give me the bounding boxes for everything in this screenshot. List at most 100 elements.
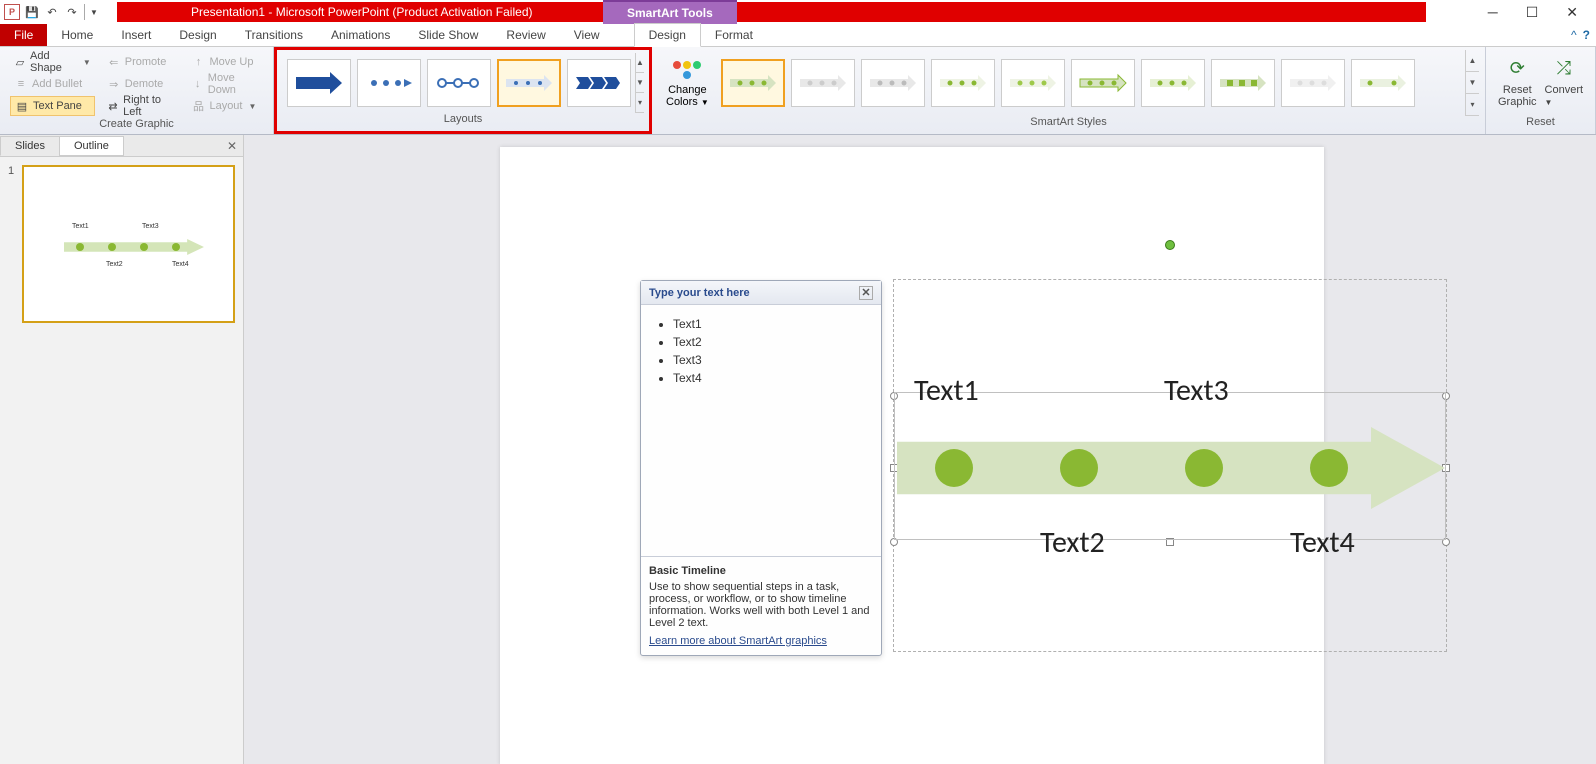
- thumb-text2: Text2: [106, 261, 123, 268]
- text-pane-button[interactable]: ▤Text Pane: [10, 96, 95, 116]
- text-pane-list[interactable]: Text1 Text2 Text3 Text4: [641, 305, 881, 556]
- qat-customize-icon[interactable]: ▼: [84, 4, 100, 20]
- timeline-arrow[interactable]: [897, 427, 1445, 509]
- convert-label: Convert▼: [1545, 84, 1584, 108]
- timeline-dot-2[interactable]: [1060, 449, 1098, 487]
- style-option-7[interactable]: [1141, 59, 1205, 107]
- layouts-gallery: [283, 53, 635, 113]
- text-pane-close-icon[interactable]: ✕: [859, 286, 873, 300]
- layouts-gallery-scroll[interactable]: ▲ ▼ ▾: [635, 53, 644, 113]
- tab-home[interactable]: Home: [47, 24, 107, 46]
- change-colors-label: ChangeColors ▼: [666, 84, 709, 109]
- style-option-5[interactable]: [1001, 59, 1065, 107]
- tab-review[interactable]: Review: [492, 24, 559, 46]
- styles-scroll-down-icon[interactable]: ▼: [1466, 72, 1479, 94]
- change-colors-button[interactable]: ChangeColors ▼: [658, 50, 717, 116]
- layout-option-2[interactable]: [357, 59, 421, 107]
- smartart-styles-group-label: SmartArt Styles: [658, 116, 1479, 132]
- tab-slideshow[interactable]: Slide Show: [404, 24, 492, 46]
- minimize-ribbon-icon[interactable]: ^: [1571, 28, 1577, 42]
- demote-label: Demote: [125, 78, 164, 90]
- smartart-text-pane[interactable]: Type your text here ✕ Text1 Text2 Text3 …: [640, 280, 882, 656]
- text-pane-info: Basic Timeline Use to show sequential st…: [641, 556, 881, 655]
- tab-slides[interactable]: Slides: [0, 136, 60, 156]
- smartart-text-1[interactable]: Text1: [914, 372, 979, 409]
- layout-button: 品Layout▼: [187, 96, 263, 116]
- maximize-icon[interactable]: ☐: [1526, 4, 1539, 21]
- style-option-4[interactable]: [931, 59, 995, 107]
- move-down-icon: ↓: [191, 77, 203, 91]
- style-option-3[interactable]: [861, 59, 925, 107]
- slide-thumbnail-1[interactable]: Text1 Text3 Text2 Text4: [22, 165, 235, 323]
- style-option-6[interactable]: [1071, 59, 1135, 107]
- style-option-2[interactable]: [791, 59, 855, 107]
- smartart-tools-contextual-tab: SmartArt Tools: [603, 0, 737, 24]
- style-option-9[interactable]: [1281, 59, 1345, 107]
- reset-graphic-button[interactable]: ⟳ Reset Graphic: [1498, 54, 1537, 108]
- add-bullet-button: ≡Add Bullet: [10, 74, 95, 94]
- timeline-dot-3[interactable]: [1185, 449, 1223, 487]
- styles-gallery-scroll[interactable]: ▲ ▼ ▾: [1465, 50, 1479, 116]
- layouts-more-icon[interactable]: ▾: [636, 93, 644, 113]
- close-icon[interactable]: ✕: [1566, 4, 1578, 21]
- text-pane-learn-more-link[interactable]: Learn more about SmartArt graphics: [649, 635, 827, 647]
- layout-option-4-selected[interactable]: [497, 59, 561, 107]
- tab-animations[interactable]: Animations: [317, 24, 404, 46]
- layout-option-1[interactable]: [287, 59, 351, 107]
- rotate-handle[interactable]: [1165, 240, 1175, 250]
- ribbon-tabs: File Home Insert Design Transitions Anim…: [0, 24, 1596, 47]
- tab-smartart-format[interactable]: Format: [701, 24, 767, 46]
- reset-graphic-icon: ⟳: [1501, 54, 1533, 82]
- text-pane-label: Text Pane: [33, 100, 82, 112]
- minimize-icon[interactable]: ─: [1488, 4, 1498, 20]
- redo-icon[interactable]: ↷: [64, 4, 80, 20]
- tab-smartart-design[interactable]: Design: [634, 23, 701, 47]
- smartart-graphic[interactable]: Text1 Text3 Text2 Text4: [893, 279, 1447, 652]
- text-pane-item-1[interactable]: Text1: [673, 317, 867, 331]
- slide-thumbnails: 1 Text1 Text3 Text2 Text4: [0, 157, 243, 764]
- powerpoint-app-icon[interactable]: P: [4, 4, 20, 20]
- rtl-button[interactable]: ⇄Right to Left: [103, 96, 180, 116]
- text-pane-header: Type your text here ✕: [641, 281, 881, 305]
- slide-canvas[interactable]: Type your text here ✕ Text1 Text2 Text3 …: [500, 147, 1324, 764]
- reset-group-label: Reset: [1492, 116, 1589, 132]
- styles-scroll-up-icon[interactable]: ▲: [1466, 50, 1479, 72]
- style-option-10[interactable]: [1351, 59, 1415, 107]
- add-shape-button[interactable]: ▱Add Shape▼: [10, 52, 95, 72]
- smartart-text-3[interactable]: Text3: [1164, 372, 1229, 409]
- tab-design[interactable]: Design: [165, 24, 230, 46]
- move-up-button: ↑Move Up: [187, 52, 263, 72]
- text-pane-title: Type your text here: [649, 287, 750, 299]
- text-pane-item-3[interactable]: Text3: [673, 353, 867, 367]
- title-strip: Presentation1 - Microsoft PowerPoint (Pr…: [117, 2, 1426, 22]
- tab-insert[interactable]: Insert: [107, 24, 165, 46]
- tab-file[interactable]: File: [0, 24, 47, 46]
- undo-icon[interactable]: ↶: [44, 4, 60, 20]
- layout-option-5[interactable]: [567, 59, 631, 107]
- close-panel-icon[interactable]: ✕: [227, 139, 237, 153]
- tab-transitions[interactable]: Transitions: [231, 24, 317, 46]
- save-icon[interactable]: 💾: [24, 4, 40, 20]
- tab-view[interactable]: View: [560, 24, 614, 46]
- text-pane-item-4[interactable]: Text4: [673, 371, 867, 385]
- smartart-text-2[interactable]: Text2: [1040, 524, 1105, 561]
- quick-access-toolbar: P 💾 ↶ ↷ ▼: [0, 4, 104, 20]
- tab-outline[interactable]: Outline: [59, 136, 124, 156]
- help-icon[interactable]: ?: [1583, 28, 1590, 42]
- layouts-scroll-down-icon[interactable]: ▼: [636, 73, 644, 93]
- add-bullet-icon: ≡: [14, 77, 28, 91]
- styles-more-icon[interactable]: ▾: [1466, 94, 1479, 116]
- create-graphic-group-label: Create Graphic: [6, 118, 267, 132]
- text-pane-item-2[interactable]: Text2: [673, 335, 867, 349]
- smartart-text-4[interactable]: Text4: [1290, 524, 1355, 561]
- style-option-1-selected[interactable]: [721, 59, 785, 107]
- timeline-dot-4[interactable]: [1310, 449, 1348, 487]
- ribbon: ▱Add Shape▼ ≡Add Bullet ▤Text Pane ⇐Prom…: [0, 47, 1596, 135]
- reset-graphic-label: Reset Graphic: [1498, 84, 1537, 108]
- layouts-scroll-up-icon[interactable]: ▲: [636, 53, 644, 73]
- style-option-8[interactable]: [1211, 59, 1275, 107]
- title-bar: P 💾 ↶ ↷ ▼ Presentation1 - Microsoft Powe…: [0, 0, 1596, 24]
- timeline-dot-1[interactable]: [935, 449, 973, 487]
- convert-button[interactable]: ⤮ Convert▼: [1545, 54, 1584, 108]
- layout-option-3[interactable]: [427, 59, 491, 107]
